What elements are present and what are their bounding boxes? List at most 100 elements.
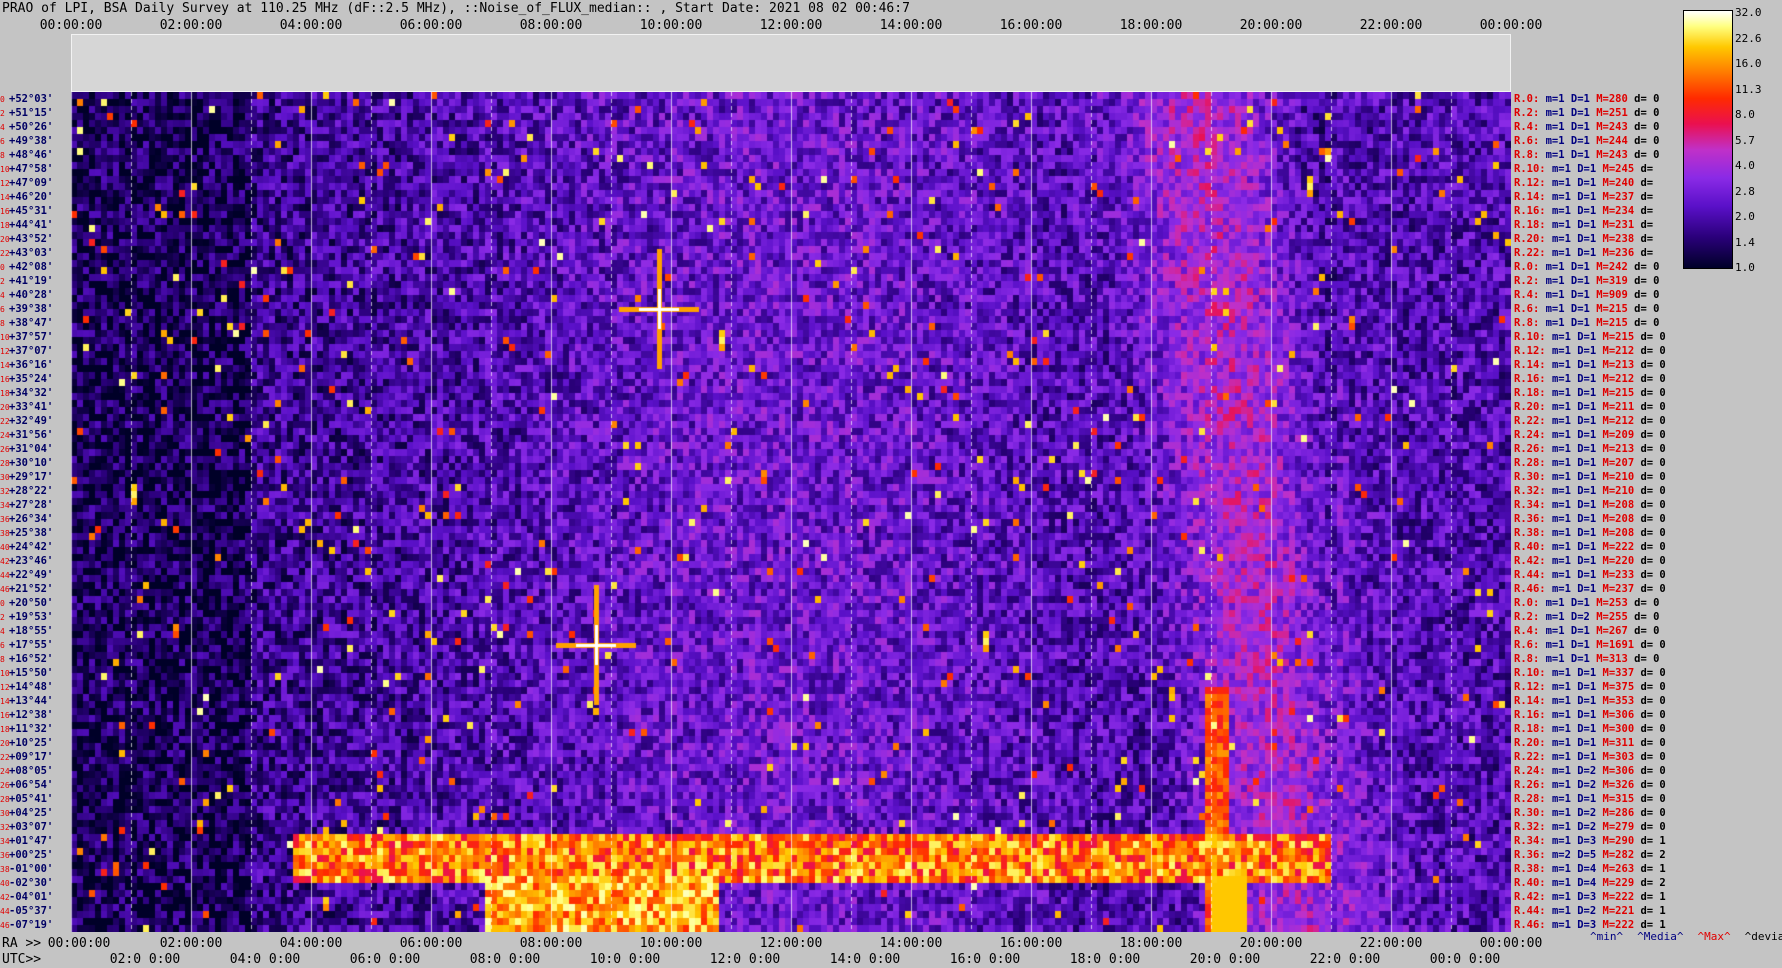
declination-label: +52°03' — [9, 93, 54, 105]
declination-label: +46°20' — [9, 191, 54, 203]
row-statistics: R.0: m=1 D=1 M=280 d= 0 R.2: m=1 D=1 M=2… — [1514, 92, 1684, 932]
row-stat-m: m=1 — [1551, 443, 1578, 455]
row-stat-r: R.46: — [1514, 583, 1552, 595]
row-stat-m-max: M=213 — [1602, 443, 1641, 455]
row-stat-r: R.12: — [1514, 177, 1552, 189]
top-time-axis: 00:00:00 02:00:00 04:00:00 06:00:00 08:00:00… — [0, 18, 1782, 34]
row-stat-m-max: M=280 — [1596, 93, 1635, 105]
declination-label: +35°24' — [9, 373, 54, 385]
row-stat: R.24: m=1 D=1 M=209 d= 0 — [1514, 428, 1672, 442]
utc-axis-tick: 22:0 0:00 — [1309, 952, 1381, 967]
row-stat-m-max: M=209 — [1602, 429, 1641, 441]
row-stat-d: d= 0 — [1634, 275, 1666, 287]
declination-row: 0 +20°50' — [0, 596, 53, 610]
colorbar-tick: 11.3 — [1735, 82, 1762, 96]
row-stat-m: m=1 — [1551, 331, 1578, 343]
row-index: 34 — [0, 501, 10, 510]
row-stat-r: R.6: — [1514, 135, 1546, 147]
row-stat-m-max: M=375 — [1602, 681, 1641, 693]
declination-label: +33°41' — [9, 401, 54, 413]
declination-row: 18+44°41' — [0, 218, 53, 232]
row-stat-m-max: M=212 — [1602, 373, 1641, 385]
row-stat: R.26: m=1 D=1 M=213 d= 0 — [1514, 442, 1672, 456]
row-stat-m: m=1 — [1551, 387, 1578, 399]
row-stat-d: d= 0 — [1634, 107, 1666, 119]
row-stat: R.20: m=1 D=1 M=311 d= 0 — [1514, 736, 1672, 750]
declination-label: +30°10' — [9, 457, 54, 469]
row-stat: R.0: m=1 D=1 M=242 d= 0 — [1514, 260, 1666, 274]
row-stat: R.14: m=1 D=1 M=237 d= — [1514, 190, 1659, 204]
declination-label: +38°47' — [9, 317, 54, 329]
ra-axis-tick: 06:00:00 — [399, 936, 463, 951]
utc-axis-tick: 08:0 0:00 — [469, 952, 541, 967]
row-stat-m: m=1 — [1551, 233, 1578, 245]
row-stat-d-median: D=2 — [1577, 779, 1603, 791]
row-stat-d: d= — [1640, 233, 1660, 245]
row-stat-r: R.16: — [1514, 373, 1552, 385]
row-stat-m-max: M=213 — [1602, 359, 1641, 371]
row-stat: R.22: m=1 D=1 M=212 d= 0 — [1514, 414, 1672, 428]
row-stat-r: R.18: — [1514, 219, 1552, 231]
row-stat-r: R.20: — [1514, 401, 1552, 413]
row-stat-d: d= 0 — [1640, 779, 1673, 791]
declination-label: +41°19' — [9, 275, 54, 287]
declination-label: +08°05' — [9, 765, 54, 777]
declination-row: 20+43°52' — [0, 232, 53, 246]
row-stat-r: R.14: — [1514, 359, 1552, 371]
ra-axis-tick: 08:00:00 — [519, 936, 583, 951]
declination-label: +31°04' — [9, 443, 54, 455]
row-stat-m: m=1 — [1551, 919, 1578, 931]
row-stat-d: d= 0 — [1634, 289, 1666, 301]
declination-row: 22+32°49' — [0, 414, 53, 428]
row-stat-d: d= 0 — [1634, 317, 1666, 329]
row-stat-d-median: D=1 — [1577, 163, 1603, 175]
row-index: 26 — [0, 445, 10, 454]
row-stat-m-max: M=215 — [1596, 317, 1635, 329]
row-stat-d-median: D=1 — [1577, 457, 1603, 469]
row-stat-m: m=1 — [1545, 93, 1571, 105]
top-axis-tick: 10:00:00 — [639, 18, 703, 33]
utc-axis-tick: 12:0 0:00 — [709, 952, 781, 967]
declination-row: 32+03°07' — [0, 820, 53, 834]
declination-label: +12°38' — [9, 709, 54, 721]
row-stat-d-median: D=1 — [1577, 555, 1603, 567]
row-stat-d-median: D=1 — [1577, 177, 1603, 189]
row-stat-r: R.32: — [1514, 821, 1552, 833]
declination-label: +13°44' — [9, 695, 54, 707]
row-stat-d: d= 0 — [1640, 807, 1673, 819]
row-index: 28 — [0, 459, 10, 468]
row-stat-m-max: M=251 — [1596, 107, 1635, 119]
row-stat-d: d= 0 — [1640, 709, 1673, 721]
row-stat-m-max: M=208 — [1602, 499, 1641, 511]
row-index: 38 — [0, 865, 10, 874]
row-stat: R.4: m=1 D=1 M=909 d= 0 — [1514, 288, 1666, 302]
row-stat-m-max: M=229 — [1602, 877, 1641, 889]
top-axis-tick: 04:00:00 — [279, 18, 343, 33]
row-stat-m: m=1 — [1551, 373, 1578, 385]
ra-axis-tick: 16:00:00 — [999, 936, 1063, 951]
row-index: 28 — [0, 795, 10, 804]
row-stat-d-median: D=1 — [1577, 373, 1603, 385]
row-stat-m: m=1 — [1551, 779, 1578, 791]
declination-label: +32°49' — [9, 415, 54, 427]
row-stat: R.44: m=1 D=2 M=221 d= 1 — [1514, 904, 1672, 918]
page-title: PRAO of LPI, BSA Daily Survey at 110.25 … — [2, 1, 910, 16]
row-index: 2 — [0, 277, 5, 286]
row-stat-d-median: D=1 — [1577, 583, 1603, 595]
declination-label: +00°25' — [9, 849, 54, 861]
row-stat-m-max: M=238 — [1602, 233, 1641, 245]
row-index: 20 — [0, 739, 10, 748]
declination-label: +37°07' — [9, 345, 54, 357]
utc-axis-tick: 14:0 0:00 — [829, 952, 901, 967]
row-index: 40 — [0, 543, 10, 552]
row-stat-m: m=1 — [1545, 149, 1571, 161]
row-stat-d: d= — [1640, 219, 1660, 231]
row-stat-r: R.6: — [1514, 303, 1546, 315]
row-stat: R.30: m=1 D=2 M=286 d= 0 — [1514, 806, 1672, 820]
ra-axis-tick: 00:00:00 — [47, 936, 111, 951]
row-stat-r: R.28: — [1514, 793, 1552, 805]
row-stat-r: R.14: — [1514, 191, 1552, 203]
row-stat-d-median: D=1 — [1577, 205, 1603, 217]
row-stat-d: d= 0 — [1634, 597, 1666, 609]
row-stat: R.18: m=1 D=1 M=300 d= 0 — [1514, 722, 1672, 736]
